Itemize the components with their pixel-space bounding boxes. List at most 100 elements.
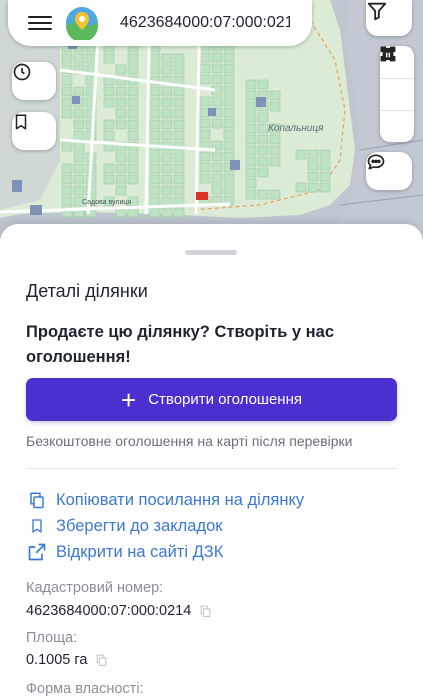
land-parcel[interactable]	[174, 186, 184, 195]
land-parcel[interactable]	[62, 87, 72, 96]
land-parcel[interactable]	[116, 120, 126, 129]
copy-link-button[interactable]: Копіювати посилання на ділянку	[26, 489, 304, 511]
land-parcel[interactable]	[174, 54, 184, 63]
land-parcel[interactable]	[62, 142, 72, 151]
land-parcel[interactable]	[162, 164, 172, 173]
land-parcel[interactable]	[128, 109, 138, 118]
land-parcel[interactable]	[86, 186, 96, 195]
land-parcel[interactable]	[150, 87, 160, 96]
land-parcel[interactable]	[246, 179, 256, 188]
land-parcel[interactable]	[150, 109, 160, 118]
land-parcel[interactable]	[246, 190, 256, 199]
land-parcel[interactable]	[308, 161, 318, 170]
clear-measure-button[interactable]	[380, 110, 414, 142]
land-parcel[interactable]	[174, 164, 184, 173]
land-parcel[interactable]	[162, 175, 172, 184]
land-parcel[interactable]	[174, 120, 184, 129]
open-dzk-button[interactable]: Відкрити на сайті ДЗК	[26, 541, 223, 563]
land-parcel[interactable]	[62, 186, 72, 195]
land-parcel[interactable]	[104, 54, 114, 63]
land-parcel[interactable]	[128, 175, 138, 184]
land-parcel[interactable]	[200, 53, 210, 62]
land-parcel[interactable]	[104, 175, 114, 184]
land-parcel[interactable]	[116, 98, 126, 107]
land-parcel[interactable]	[224, 152, 234, 161]
create-listing-button[interactable]: + Створити оголошення	[26, 378, 397, 421]
hamburger-menu-icon[interactable]	[28, 12, 52, 34]
land-parcel[interactable]	[128, 87, 138, 96]
land-parcel[interactable]	[174, 208, 184, 217]
land-parcel[interactable]	[62, 98, 72, 107]
land-parcel[interactable]	[246, 135, 256, 144]
land-parcel[interactable]	[74, 120, 84, 129]
land-parcel[interactable]	[128, 153, 138, 162]
land-parcel[interactable]	[162, 109, 172, 118]
land-parcel[interactable]	[270, 190, 280, 199]
bookmarks-button[interactable]	[12, 112, 56, 150]
land-parcel[interactable]	[200, 64, 210, 73]
land-parcel[interactable]	[128, 164, 138, 173]
land-parcel[interactable]	[174, 131, 184, 140]
land-parcel[interactable]	[62, 197, 72, 206]
land-parcel[interactable]	[162, 54, 172, 63]
land-parcel[interactable]	[174, 87, 184, 96]
land-parcel[interactable]	[162, 98, 172, 107]
land-parcel[interactable]	[258, 190, 268, 199]
land-parcel[interactable]	[224, 108, 234, 117]
land-parcel[interactable]	[212, 75, 222, 84]
land-parcel[interactable]	[62, 54, 72, 63]
land-parcel[interactable]	[258, 146, 268, 155]
land-parcel[interactable]	[212, 152, 222, 161]
land-parcel[interactable]	[86, 54, 96, 63]
land-parcel[interactable]	[62, 164, 72, 173]
land-parcel[interactable]	[74, 87, 84, 96]
land-parcel[interactable]	[224, 53, 234, 62]
land-parcel[interactable]	[224, 130, 234, 139]
land-parcel[interactable]	[212, 185, 222, 194]
land-parcel[interactable]	[116, 175, 126, 184]
land-parcel[interactable]	[74, 186, 84, 195]
land-parcel[interactable]	[150, 153, 160, 162]
land-parcel[interactable]	[308, 183, 318, 192]
land-parcel[interactable]	[246, 80, 256, 89]
land-parcel[interactable]	[246, 124, 256, 133]
land-parcel[interactable]	[224, 185, 234, 194]
land-parcel[interactable]	[162, 120, 172, 129]
history-button[interactable]	[12, 62, 56, 100]
land-parcel[interactable]	[104, 164, 114, 173]
land-parcel[interactable]	[320, 183, 330, 192]
land-parcel[interactable]	[200, 163, 210, 172]
land-parcel[interactable]	[128, 120, 138, 129]
land-parcel[interactable]	[150, 186, 160, 195]
land-parcel[interactable]	[212, 119, 222, 128]
land-parcel[interactable]	[246, 102, 256, 111]
land-parcel[interactable]	[62, 109, 72, 118]
land-parcel[interactable]	[320, 161, 330, 170]
land-parcel[interactable]	[212, 163, 222, 172]
land-parcel[interactable]	[246, 113, 256, 122]
map-view[interactable]: Копальниця Садова вулиця	[0, 0, 423, 240]
land-parcel[interactable]	[200, 119, 210, 128]
land-parcel[interactable]	[162, 65, 172, 74]
filter-button[interactable]	[366, 0, 412, 36]
land-parcel[interactable]	[200, 174, 210, 183]
land-parcel[interactable]	[224, 174, 234, 183]
land-parcel[interactable]	[62, 175, 72, 184]
land-parcel[interactable]	[200, 130, 210, 139]
land-parcel[interactable]	[258, 168, 268, 177]
land-parcel[interactable]	[150, 175, 160, 184]
land-parcel[interactable]	[224, 141, 234, 150]
land-parcel[interactable]	[150, 197, 160, 206]
land-parcel[interactable]	[246, 146, 256, 155]
land-parcel[interactable]	[128, 65, 138, 74]
land-parcel[interactable]	[128, 208, 138, 217]
land-parcel[interactable]	[174, 175, 184, 184]
land-parcel[interactable]	[296, 150, 306, 159]
land-parcel[interactable]	[62, 76, 72, 85]
land-parcel[interactable]	[174, 98, 184, 107]
land-parcel[interactable]	[270, 157, 280, 166]
land-parcel[interactable]	[258, 157, 268, 166]
land-parcel[interactable]	[162, 131, 172, 140]
land-parcel[interactable]	[116, 186, 126, 195]
land-parcel[interactable]	[308, 172, 318, 181]
